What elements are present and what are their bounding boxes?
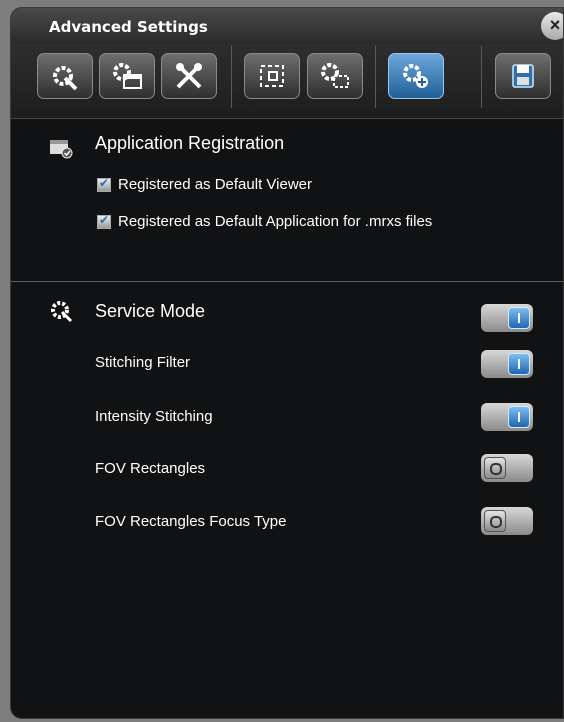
stitching-filter-toggle[interactable] — [481, 350, 533, 378]
toolbar-separator — [375, 46, 376, 108]
save-icon — [512, 64, 534, 88]
fov-rectangles-toggle[interactable] — [481, 454, 533, 482]
toggle-knob — [484, 457, 506, 479]
checkbox[interactable] — [97, 213, 111, 229]
default-application-label: Registered as Default Application for .m… — [118, 213, 433, 230]
gear-wrench-button[interactable] — [37, 53, 93, 99]
intensity-stitching-label: Intensity Stitching — [95, 408, 213, 425]
service-mode-heading: Service Mode — [95, 301, 206, 321]
save-button[interactable] — [495, 53, 551, 99]
intensity-stitching-toggle[interactable] — [481, 403, 533, 431]
gear-add-button[interactable] — [388, 53, 444, 99]
default-viewer-label: Registered as Default Viewer — [118, 176, 312, 193]
tools-icon — [176, 63, 202, 89]
service-mode-toggle[interactable] — [481, 304, 533, 332]
window-check-icon — [50, 140, 73, 159]
selection-icon — [260, 65, 284, 87]
registration-heading: Application Registration — [95, 133, 285, 153]
toolbar-separator — [481, 46, 482, 108]
gear-window-button[interactable] — [99, 53, 155, 99]
fov-rectangles-focus-type-label: FOV Rectangles Focus Type — [95, 513, 287, 530]
toggle-knob — [508, 307, 530, 329]
gear-wrench-icon — [51, 301, 73, 323]
stitching-filter-label: Stitching Filter — [95, 354, 191, 371]
default-viewer-checkbox[interactable]: Registered as Default Viewer — [97, 176, 312, 193]
gear-selection-icon — [321, 63, 349, 88]
gear-wrench-icon — [53, 66, 78, 91]
tools-button[interactable] — [161, 53, 217, 99]
checkbox[interactable] — [97, 176, 111, 192]
window-title: Advanced Settings — [49, 18, 208, 36]
default-application-checkbox[interactable]: Registered as Default Application for .m… — [97, 213, 432, 230]
gear-add-icon — [403, 64, 428, 88]
gear-window-icon — [113, 63, 142, 89]
toggle-knob — [484, 510, 506, 532]
section-divider — [11, 281, 563, 282]
advanced-settings-panel: Advanced Settings × Application Registra… — [10, 7, 564, 719]
toolbar — [11, 44, 563, 119]
selection-button[interactable] — [244, 53, 300, 99]
title-bar: Advanced Settings × — [11, 8, 563, 45]
fov-rectangles-label: FOV Rectangles — [95, 460, 206, 477]
toggle-knob — [508, 353, 530, 375]
toolbar-separator — [231, 46, 232, 108]
fov-rectangles-focus-type-toggle[interactable] — [481, 507, 533, 535]
gear-selection-button[interactable] — [307, 53, 363, 99]
close-button[interactable]: × — [541, 12, 563, 40]
toggle-knob — [508, 406, 530, 428]
